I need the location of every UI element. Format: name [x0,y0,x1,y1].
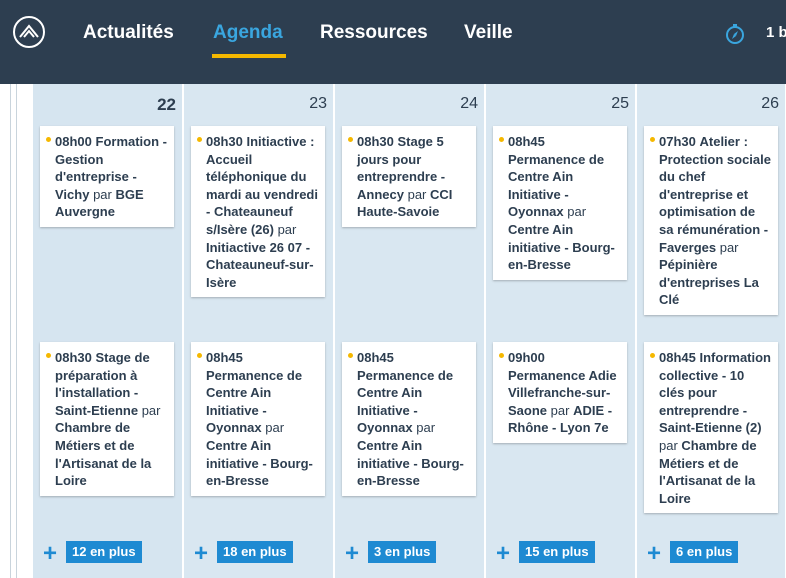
event-card[interactable]: 08h45 Permanence de Centre Ain Initiativ… [342,342,476,496]
event-organizer: Initiactive 26 07 - Chateauneuf-sur-Isèr… [206,239,314,290]
event-title: Initiactive : Accueil téléphonique du ma… [206,134,318,237]
bullet-dot-icon [46,137,51,142]
plus-icon: + [345,540,360,567]
event-time: 08h30 [357,134,394,149]
event-card[interactable]: 08h00 Formation - Gestion d'entreprise -… [40,126,174,227]
day-column-26[interactable]: 26 07h30 Atelier : Protection sociale du… [636,84,786,578]
user-menu-label[interactable]: 1 b [766,24,786,41]
event-par: par [265,420,285,436]
event-par: par [93,186,112,202]
bullet-dot-icon [650,353,655,358]
more-events-badge[interactable]: 18 en plus [217,541,293,563]
event-par: par [550,402,570,418]
event-card[interactable]: 09h00 Permanence Adie Villefranche-sur-S… [493,342,627,443]
event-card[interactable]: 08h45 Information collective - 10 clés p… [644,342,778,514]
more-events-badge[interactable]: 3 en plus [368,541,437,563]
event-card[interactable]: 08h30 Stage de préparation à l'installat… [40,342,174,496]
bullet-dot-icon [46,353,51,358]
event-organizer: Centre Ain initiative - Bourg-en-Bresse [508,221,615,273]
nav-item-agenda[interactable]: Agenda [213,22,283,44]
event-organizer: Pépinière d'entreprises La Clé [659,257,759,308]
day-column-23[interactable]: 23 08h30 Initiactive : Accueil téléphoni… [183,84,334,578]
compass-icon[interactable] [725,23,745,50]
nav-item-veille[interactable]: Veille [464,22,513,44]
bullet-dot-icon [197,353,202,358]
event-organizer: Centre Ain initiative - Bourg-en-Bresse [357,437,464,489]
bullet-dot-icon [348,353,353,358]
event-card[interactable]: 07h30 Atelier : Protection sociale du ch… [644,126,778,315]
bullet-dot-icon [348,137,353,142]
plus-icon: + [194,540,209,567]
active-nav-underline [212,54,286,58]
event-time: 08h00 [55,134,92,149]
day-column-24[interactable]: 24 08h30 Stage 5 jours pour entreprendre… [334,84,485,578]
event-card[interactable]: 08h30 Stage 5 jours pour entreprendre - … [342,126,476,227]
day-number: 22 [157,95,176,114]
calendar-left-margin [0,84,32,578]
event-time: 08h30 [55,350,92,365]
event-par: par [567,204,587,220]
calendar-scroll-track [10,84,17,578]
event-time: 08h45 [659,350,696,365]
event-organizer: Centre Ain initiative - Bourg-en-Bresse [206,437,313,489]
more-events-badge[interactable]: 15 en plus [519,541,595,563]
event-par: par [659,437,678,453]
event-card[interactable]: 08h45 Permanence de Centre Ain Initiativ… [191,342,325,496]
plus-icon: + [496,540,511,567]
event-par: par [277,221,297,237]
mountain-logo-icon[interactable] [13,16,45,48]
event-title: Permanence de Centre Ain Initiative - Oy… [508,151,605,220]
day-column-25[interactable]: 25 08h45 Permanence de Centre Ain Initia… [485,84,636,578]
bullet-dot-icon [197,137,202,142]
event-time: 07h30 [659,134,696,149]
event-par: par [141,402,161,418]
day-column-22[interactable]: 22 08h00 Formation - Gestion d'entrepris… [32,84,183,578]
event-time: 08h45 [357,350,394,365]
event-title: Permanence de Centre Ain Initiative - Oy… [206,367,303,436]
event-card[interactable]: 08h45 Permanence de Centre Ain Initiativ… [493,126,627,280]
day-number: 24 [460,95,478,112]
more-events-badge[interactable]: 6 en plus [670,541,739,563]
day-number: 25 [611,95,629,112]
day-number: 26 [761,95,779,112]
event-time: 09h00 [508,350,545,365]
event-par: par [719,239,739,255]
plus-icon: + [43,540,58,567]
event-time: 08h45 [508,134,545,149]
plus-icon: + [647,540,662,567]
bullet-dot-icon [650,137,655,142]
event-card[interactable]: 08h30 Initiactive : Accueil téléphonique… [191,126,325,298]
event-organizer: Chambre de Métiers et de l'Artisanat de … [55,420,152,489]
more-events-badge[interactable]: 12 en plus [66,541,142,563]
event-par: par [407,186,427,202]
nav-item-ressources[interactable]: Ressources [320,22,428,44]
bullet-dot-icon [499,353,504,358]
bullet-dot-icon [499,137,504,142]
event-title: Atelier : Protection sociale du chef d'e… [659,134,771,255]
event-time: 08h45 [206,350,243,365]
event-title: Permanence de Centre Ain Initiative - Oy… [357,367,454,436]
event-time: 08h30 [206,134,243,149]
calendar-week-view: 22 08h00 Formation - Gestion d'entrepris… [0,84,786,578]
event-par: par [416,420,436,436]
nav-item-actualites[interactable]: Actualités [83,22,174,44]
day-number: 23 [309,95,327,112]
top-navigation-bar: Actualités Agenda Ressources Veille 1 b [0,0,786,84]
